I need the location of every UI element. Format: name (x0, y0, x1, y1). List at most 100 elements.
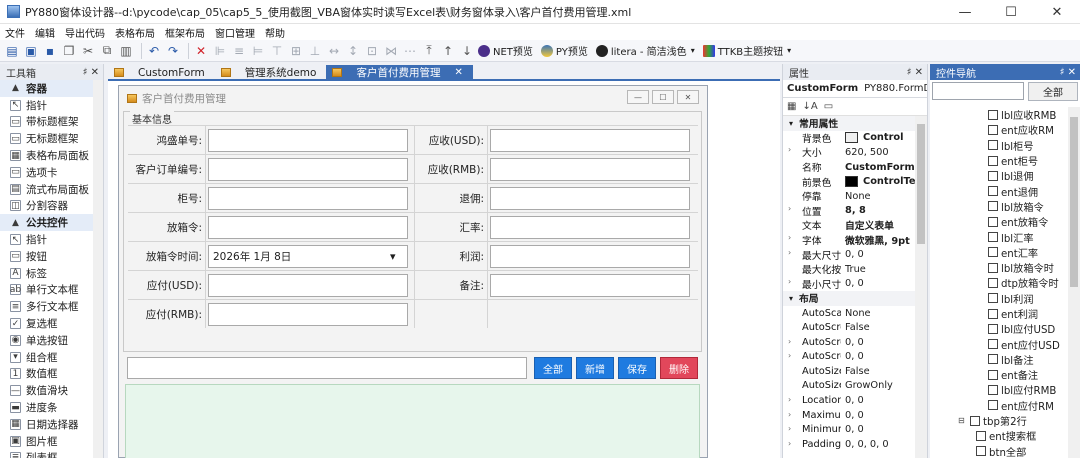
toolbox-item[interactable]: ▭ 按钮 (0, 248, 103, 265)
open-icon[interactable]: ▣ (23, 43, 39, 59)
expand-icon[interactable]: › (788, 351, 791, 360)
tree-item[interactable]: ent汇率 (930, 245, 1068, 260)
toolbox-item[interactable]: ▾ 组合框 (0, 349, 103, 366)
same-height-icon[interactable]: ↕ (345, 43, 361, 59)
copy-file-icon[interactable]: ❐ (61, 43, 77, 59)
tree-item[interactable]: lbl备注 (930, 352, 1068, 367)
all-button[interactable]: 全部 (534, 357, 572, 379)
redo-icon[interactable]: ↷ (165, 43, 181, 59)
tree-item[interactable]: lbl柜号 (930, 138, 1068, 153)
checkbox[interactable] (988, 400, 998, 411)
toolbox-item[interactable]: — 数值滑块 (0, 382, 103, 399)
checkbox[interactable] (988, 109, 998, 120)
tree-item[interactable]: ent柜号 (930, 153, 1068, 168)
property-row[interactable]: AutoSize GrowOnly (783, 379, 917, 394)
checkbox[interactable] (988, 155, 998, 166)
property-value[interactable]: 620, 500 (841, 147, 917, 158)
align-left-icon[interactable]: ⊫ (212, 43, 228, 59)
categorized-icon[interactable]: ▦ (787, 101, 796, 112)
property-row[interactable]: AutoScrc False (783, 320, 917, 335)
property-value[interactable]: 0, 0 (841, 410, 917, 421)
toolbox-item[interactable]: ab 单行文本框 (0, 282, 103, 299)
expand-icon[interactable]: › (788, 145, 791, 154)
navigator-search-input[interactable] (932, 82, 1024, 100)
expand-icon[interactable]: › (788, 410, 791, 419)
tree-item[interactable]: dtp放箱令时 (930, 275, 1068, 290)
text-field[interactable] (208, 303, 408, 326)
toolbox-item[interactable]: 1 数值框 (0, 366, 103, 383)
property-row[interactable]: › AutoScrc 0, 0 (783, 350, 917, 365)
date-picker[interactable]: 2026年 1月 8日 (208, 245, 408, 268)
paste-icon[interactable]: ▥ (118, 43, 134, 59)
checkbox[interactable] (988, 354, 998, 365)
checkbox[interactable] (988, 339, 998, 350)
property-value[interactable]: 0, 0 (841, 351, 917, 362)
tree-group[interactable]: ⊟ tbp第2行 (930, 413, 1068, 428)
tree-item[interactable]: lbl放箱令 (930, 199, 1068, 214)
close-tab-icon[interactable]: ✕ (454, 67, 462, 78)
property-row[interactable]: 文本 自定义表单 (783, 218, 917, 233)
property-value[interactable]: CustomForm (841, 162, 917, 173)
align-center-icon[interactable]: ≡ (231, 43, 247, 59)
undo-icon[interactable]: ↶ (146, 43, 162, 59)
property-value[interactable]: GrowOnly (841, 380, 917, 391)
property-row[interactable]: AutoScal None (783, 306, 917, 321)
property-row[interactable]: › Padding 0, 0, 0, 0 (783, 437, 917, 452)
menu-window[interactable]: 窗口管理 (215, 25, 255, 40)
checkbox[interactable] (988, 124, 998, 135)
expand-icon[interactable]: › (788, 439, 791, 448)
text-field[interactable] (208, 274, 408, 297)
property-row[interactable]: › 最小尺寸 0, 0 (783, 277, 917, 292)
delete-button[interactable]: 删除 (660, 357, 698, 379)
property-row[interactable]: 名称 CustomForm (783, 160, 917, 175)
property-value[interactable]: 0, 0 (841, 278, 917, 289)
text-field[interactable] (208, 158, 408, 181)
checkbox[interactable] (988, 308, 998, 319)
text-field[interactable] (490, 129, 690, 152)
checkbox[interactable] (970, 415, 980, 426)
checkbox[interactable] (988, 216, 998, 227)
tree-item[interactable]: ent退佣 (930, 183, 1068, 199)
menu-file[interactable]: 文件 (5, 25, 25, 40)
text-field[interactable] (490, 158, 690, 181)
tree-item[interactable]: lbl退佣 (930, 168, 1068, 183)
menu-table-layout[interactable]: 表格布局 (115, 25, 155, 40)
property-pages-icon[interactable]: ▭ (824, 101, 833, 112)
checkbox[interactable] (988, 293, 998, 304)
property-value[interactable]: Control (841, 132, 917, 144)
checkbox[interactable] (988, 369, 998, 380)
expand-icon[interactable]: › (788, 233, 791, 242)
checkbox[interactable] (988, 232, 998, 243)
bring-front-icon[interactable]: ⤒ (421, 43, 437, 59)
toolbox-item[interactable]: ▬ 进度条 (0, 399, 103, 416)
tree-item[interactable]: lbl应付RMB (930, 382, 1068, 397)
menu-edit[interactable]: 编辑 (35, 25, 55, 40)
data-grid-area[interactable] (125, 384, 700, 458)
toolbox-item[interactable]: ↖ 指针 (0, 97, 103, 114)
tree-item[interactable]: lbl放箱令时 (930, 260, 1068, 275)
save-button[interactable]: 保存 (618, 357, 656, 379)
checkbox[interactable] (988, 277, 998, 288)
property-row[interactable]: › 大小 620, 500 (783, 145, 917, 160)
calendar-dropdown-icon[interactable]: ▾ (390, 250, 396, 263)
menu-export-code[interactable]: 导出代码 (65, 25, 105, 40)
designed-form[interactable]: 客户首付费用管理 — ☐ ✕ 基本信息 鸿盛单号: 应收(USD): 客户订单编号:… (118, 85, 708, 458)
property-value[interactable]: None (841, 308, 917, 319)
theme-dropdown[interactable]: litera - 简洁浅色 ▾ (595, 43, 695, 58)
align-bottom-icon[interactable]: ⊥ (307, 43, 323, 59)
collapse-icon[interactable]: ⊟ (958, 416, 968, 425)
menu-help[interactable]: 帮助 (265, 25, 285, 40)
property-row[interactable]: 前景色 ControlTe (783, 174, 917, 189)
property-value[interactable]: 8, 8 (841, 205, 917, 216)
text-field[interactable] (208, 129, 408, 152)
toolbox-item[interactable]: ≡ 多行文本框 (0, 298, 103, 315)
property-row[interactable]: › 字体 微软雅黑, 9pt (783, 233, 917, 248)
property-row[interactable]: › Maximur 0, 0 (783, 408, 917, 423)
navigator-all-button[interactable]: 全部 (1028, 82, 1078, 101)
toolbox-item[interactable]: ▦ 表格布局面板 (0, 147, 103, 164)
text-field[interactable] (490, 274, 690, 297)
collapse-icon[interactable]: ▾ (789, 119, 793, 128)
checkbox[interactable] (988, 384, 998, 395)
alphabetical-icon[interactable]: ↓A (802, 101, 817, 112)
property-row[interactable]: › 最大尺寸 0, 0 (783, 247, 917, 262)
